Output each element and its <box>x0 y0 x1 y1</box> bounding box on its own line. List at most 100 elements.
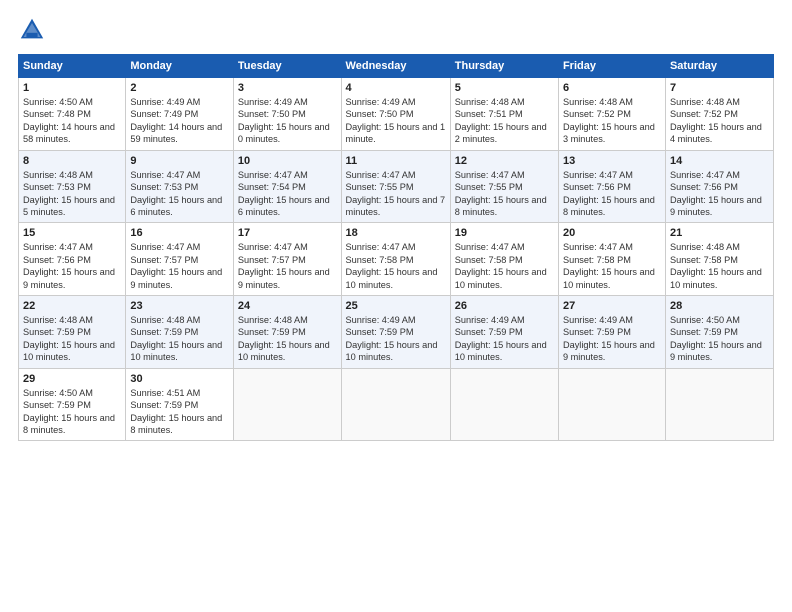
day-info: Sunrise: 4:48 AMSunset: 7:58 PMDaylight:… <box>670 242 762 289</box>
day-number: 2 <box>130 82 229 94</box>
day-number: 7 <box>670 82 769 94</box>
calendar-table: SundayMondayTuesdayWednesdayThursdayFrid… <box>18 54 774 441</box>
day-info: Sunrise: 4:47 AMSunset: 7:53 PMDaylight:… <box>130 170 222 217</box>
day-number: 5 <box>455 82 554 94</box>
day-info: Sunrise: 4:47 AMSunset: 7:56 PMDaylight:… <box>670 170 762 217</box>
day-info: Sunrise: 4:50 AMSunset: 7:59 PMDaylight:… <box>670 315 762 362</box>
day-number: 24 <box>238 300 337 312</box>
week-row-1: 1 Sunrise: 4:50 AMSunset: 7:48 PMDaylight… <box>19 78 774 151</box>
calendar-cell: 11 Sunrise: 4:47 AMSunset: 7:55 PMDayligh… <box>341 150 450 223</box>
day-number: 19 <box>455 227 554 239</box>
calendar-cell: 23 Sunrise: 4:48 AMSunset: 7:59 PMDayligh… <box>126 296 234 369</box>
page: SundayMondayTuesdayWednesdayThursdayFrid… <box>0 0 792 612</box>
day-info: Sunrise: 4:49 AMSunset: 7:50 PMDaylight:… <box>238 97 330 144</box>
day-number: 10 <box>238 155 337 167</box>
day-number: 8 <box>23 155 121 167</box>
calendar-cell: 5Sunrise: 4:48 AMSunset: 7:51 PMDaylight… <box>450 78 558 151</box>
day-info: Sunrise: 4:48 AMSunset: 7:59 PMDaylight:… <box>238 315 330 362</box>
day-number: 1 <box>23 82 121 94</box>
calendar-cell: 28 Sunrise: 4:50 AMSunset: 7:59 PMDayligh… <box>665 296 773 369</box>
day-number: 13 <box>563 155 661 167</box>
calendar-cell: 21 Sunrise: 4:48 AMSunset: 7:58 PMDayligh… <box>665 223 773 296</box>
day-info: Sunrise: 4:49 AMSunset: 7:59 PMDaylight:… <box>563 315 655 362</box>
calendar-cell: 1 Sunrise: 4:50 AMSunset: 7:48 PMDaylight… <box>19 78 126 151</box>
calendar-cell: 29 Sunrise: 4:50 AMSunset: 7:59 PMDayligh… <box>19 368 126 441</box>
day-info: Sunrise: 4:50 AMSunset: 7:48 PMDaylight:… <box>23 97 115 144</box>
column-header-row: SundayMondayTuesdayWednesdayThursdayFrid… <box>19 55 774 78</box>
calendar-cell: 7Sunrise: 4:48 AMSunset: 7:52 PMDaylight… <box>665 78 773 151</box>
header <box>18 16 774 44</box>
day-info: Sunrise: 4:48 AMSunset: 7:52 PMDaylight:… <box>563 97 655 144</box>
calendar-cell: 26 Sunrise: 4:49 AMSunset: 7:59 PMDayligh… <box>450 296 558 369</box>
column-header-monday: Monday <box>126 55 234 78</box>
day-info: Sunrise: 4:48 AMSunset: 7:59 PMDaylight:… <box>130 315 222 362</box>
column-header-thursday: Thursday <box>450 55 558 78</box>
day-number: 6 <box>563 82 661 94</box>
day-info: Sunrise: 4:47 AMSunset: 7:56 PMDaylight:… <box>23 242 115 289</box>
day-number: 15 <box>23 227 121 239</box>
day-number: 3 <box>238 82 337 94</box>
day-info: Sunrise: 4:47 AMSunset: 7:55 PMDaylight:… <box>346 170 446 217</box>
calendar-cell: 15 Sunrise: 4:47 AMSunset: 7:56 PMDayligh… <box>19 223 126 296</box>
calendar-cell <box>341 368 450 441</box>
week-row-5: 29 Sunrise: 4:50 AMSunset: 7:59 PMDayligh… <box>19 368 774 441</box>
day-info: Sunrise: 4:47 AMSunset: 7:55 PMDaylight:… <box>455 170 547 217</box>
day-info: Sunrise: 4:49 AMSunset: 7:59 PMDaylight:… <box>346 315 438 362</box>
calendar-cell: 9 Sunrise: 4:47 AMSunset: 7:53 PMDaylight… <box>126 150 234 223</box>
day-number: 30 <box>130 373 229 385</box>
day-number: 11 <box>346 155 446 167</box>
calendar-cell <box>450 368 558 441</box>
calendar-cell: 19 Sunrise: 4:47 AMSunset: 7:58 PMDayligh… <box>450 223 558 296</box>
column-header-saturday: Saturday <box>665 55 773 78</box>
calendar-cell: 4Sunrise: 4:49 AMSunset: 7:50 PMDaylight… <box>341 78 450 151</box>
day-number: 23 <box>130 300 229 312</box>
day-info: Sunrise: 4:50 AMSunset: 7:59 PMDaylight:… <box>23 388 115 435</box>
calendar-cell: 13 Sunrise: 4:47 AMSunset: 7:56 PMDayligh… <box>558 150 665 223</box>
day-info: Sunrise: 4:47 AMSunset: 7:58 PMDaylight:… <box>563 242 655 289</box>
calendar-cell: 27 Sunrise: 4:49 AMSunset: 7:59 PMDayligh… <box>558 296 665 369</box>
week-row-2: 8Sunrise: 4:48 AMSunset: 7:53 PMDaylight… <box>19 150 774 223</box>
day-info: Sunrise: 4:51 AMSunset: 7:59 PMDaylight:… <box>130 388 222 435</box>
day-number: 18 <box>346 227 446 239</box>
day-info: Sunrise: 4:47 AMSunset: 7:57 PMDaylight:… <box>238 242 330 289</box>
day-number: 28 <box>670 300 769 312</box>
calendar-cell: 22 Sunrise: 4:48 AMSunset: 7:59 PMDayligh… <box>19 296 126 369</box>
day-number: 16 <box>130 227 229 239</box>
day-number: 17 <box>238 227 337 239</box>
day-number: 29 <box>23 373 121 385</box>
day-number: 22 <box>23 300 121 312</box>
week-row-4: 22 Sunrise: 4:48 AMSunset: 7:59 PMDayligh… <box>19 296 774 369</box>
calendar-cell: 17 Sunrise: 4:47 AMSunset: 7:57 PMDayligh… <box>233 223 341 296</box>
calendar-cell: 8Sunrise: 4:48 AMSunset: 7:53 PMDaylight… <box>19 150 126 223</box>
logo <box>18 16 50 44</box>
calendar-cell <box>665 368 773 441</box>
day-info: Sunrise: 4:47 AMSunset: 7:58 PMDaylight:… <box>455 242 547 289</box>
week-row-3: 15 Sunrise: 4:47 AMSunset: 7:56 PMDayligh… <box>19 223 774 296</box>
day-number: 26 <box>455 300 554 312</box>
column-header-wednesday: Wednesday <box>341 55 450 78</box>
column-header-sunday: Sunday <box>19 55 126 78</box>
day-info: Sunrise: 4:47 AMSunset: 7:58 PMDaylight:… <box>346 242 438 289</box>
calendar-cell: 14 Sunrise: 4:47 AMSunset: 7:56 PMDayligh… <box>665 150 773 223</box>
day-info: Sunrise: 4:49 AMSunset: 7:59 PMDaylight:… <box>455 315 547 362</box>
calendar-cell <box>558 368 665 441</box>
calendar-cell <box>233 368 341 441</box>
calendar-cell: 10 Sunrise: 4:47 AMSunset: 7:54 PMDayligh… <box>233 150 341 223</box>
calendar-cell: 16Sunrise: 4:47 AMSunset: 7:57 PMDayligh… <box>126 223 234 296</box>
calendar-cell: 24 Sunrise: 4:48 AMSunset: 7:59 PMDayligh… <box>233 296 341 369</box>
day-info: Sunrise: 4:48 AMSunset: 7:59 PMDaylight:… <box>23 315 115 362</box>
calendar-cell: 20 Sunrise: 4:47 AMSunset: 7:58 PMDayligh… <box>558 223 665 296</box>
day-number: 14 <box>670 155 769 167</box>
day-info: Sunrise: 4:47 AMSunset: 7:56 PMDaylight:… <box>563 170 655 217</box>
day-info: Sunrise: 4:47 AMSunset: 7:54 PMDaylight:… <box>238 170 330 217</box>
calendar-cell: 12Sunrise: 4:47 AMSunset: 7:55 PMDayligh… <box>450 150 558 223</box>
day-number: 21 <box>670 227 769 239</box>
day-number: 20 <box>563 227 661 239</box>
day-number: 27 <box>563 300 661 312</box>
calendar-cell: 30 Sunrise: 4:51 AMSunset: 7:59 PMDayligh… <box>126 368 234 441</box>
calendar-cell: 25 Sunrise: 4:49 AMSunset: 7:59 PMDayligh… <box>341 296 450 369</box>
day-number: 25 <box>346 300 446 312</box>
day-number: 9 <box>130 155 229 167</box>
day-info: Sunrise: 4:49 AMSunset: 7:49 PMDaylight:… <box>130 97 222 144</box>
column-header-friday: Friday <box>558 55 665 78</box>
